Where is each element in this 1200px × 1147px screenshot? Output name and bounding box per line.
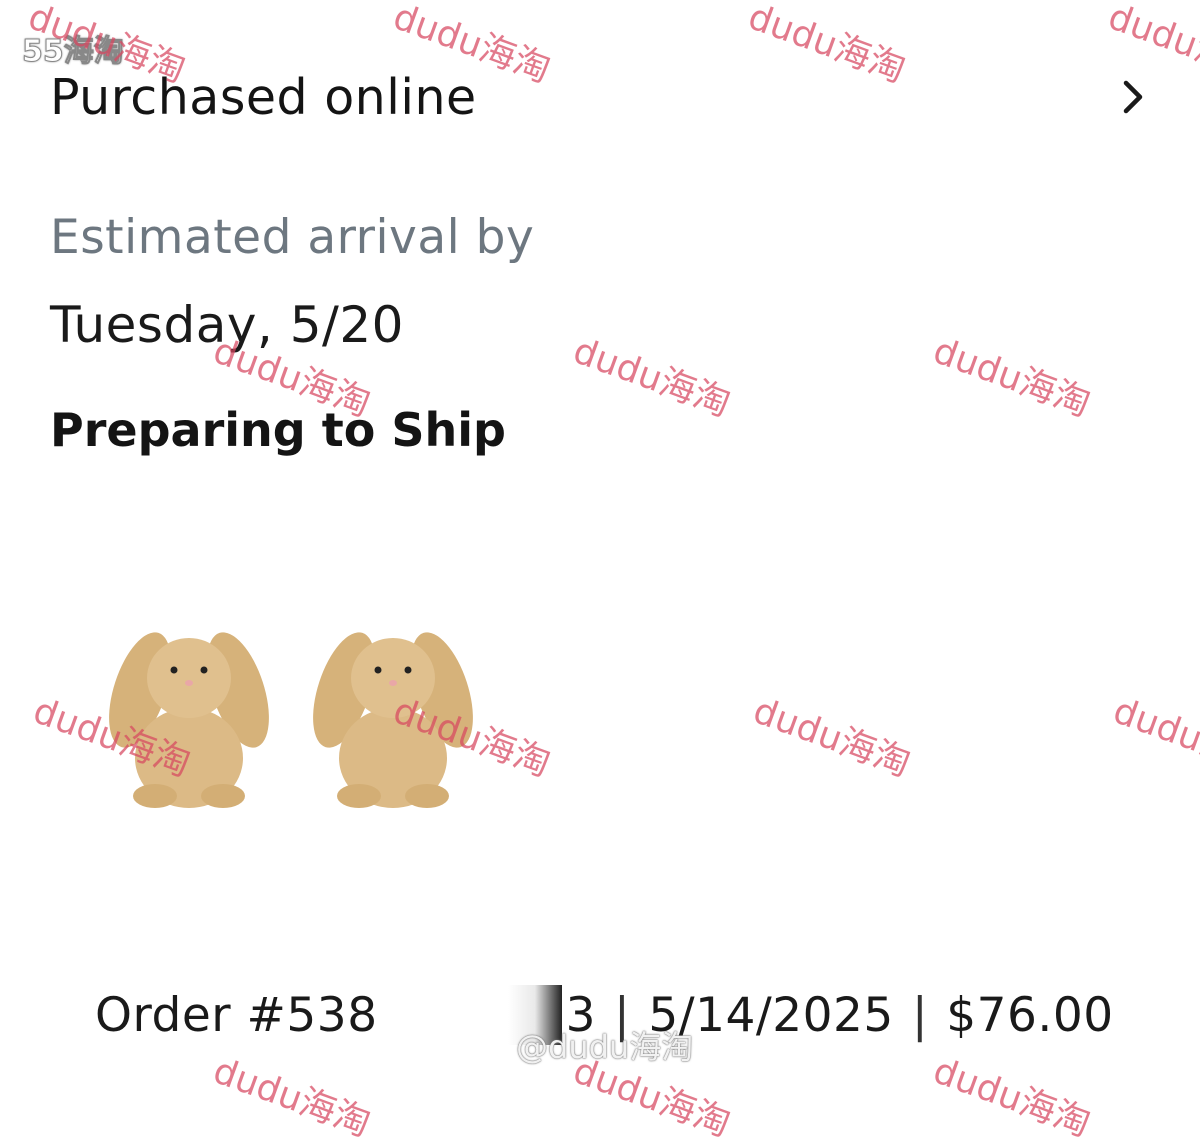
purchased-online-row[interactable]: Purchased online [50, 62, 1160, 132]
watermark: dudu海淘 [927, 330, 1096, 425]
separator: | [911, 987, 929, 1043]
watermark: dudu海淘 [1107, 690, 1200, 785]
bottom-handle: @dudu海淘 [516, 1028, 694, 1066]
watermark: dudu海淘 [567, 330, 736, 425]
order-number-prefix: Order #538 [95, 987, 378, 1043]
watermark: dudu海淘 [927, 1050, 1096, 1145]
watermark: dudu海淘 [207, 1050, 376, 1145]
watermark: dudu海淘 [747, 690, 916, 785]
corner-logo: 55海淘 [22, 34, 125, 70]
order-items [100, 620, 482, 810]
shipping-status: Preparing to Ship [50, 403, 506, 457]
order-total: $76.00 [946, 987, 1114, 1043]
item-thumbnail[interactable] [100, 620, 278, 810]
eta-label: Estimated arrival by [50, 210, 535, 265]
eta-date: Tuesday, 5/20 [50, 296, 404, 354]
item-thumbnail[interactable] [304, 620, 482, 810]
chevron-right-icon [1123, 80, 1143, 114]
purchased-online-label: Purchased online [50, 68, 477, 126]
